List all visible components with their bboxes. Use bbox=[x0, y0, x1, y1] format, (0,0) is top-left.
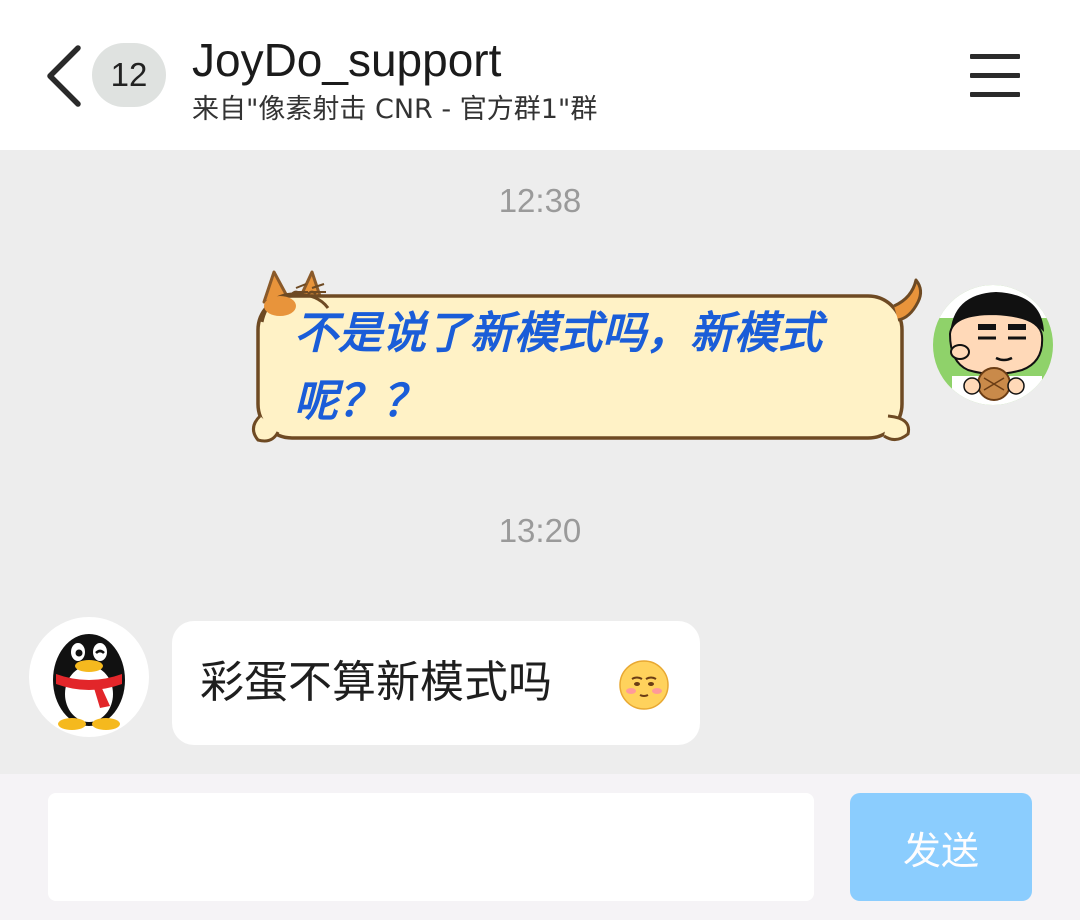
message-input[interactable] bbox=[48, 793, 814, 901]
chat-header: 12 JoyDo_support 来自"像素射击 CNR - 官方群1"群 bbox=[0, 0, 1080, 150]
chat-title: JoyDo_support bbox=[192, 34, 502, 86]
cartoon-boy-avatar-icon bbox=[933, 285, 1053, 405]
sender-avatar[interactable] bbox=[28, 616, 150, 738]
my-avatar[interactable] bbox=[932, 284, 1054, 406]
message-timestamp: 12:38 bbox=[498, 182, 582, 219]
message-bubble-self[interactable]: 不是说了新模式吗，新模式呢？？ bbox=[248, 268, 928, 464]
blushing-face-emoji-icon bbox=[619, 660, 669, 710]
message-text: 彩蛋不算新模式吗 bbox=[200, 657, 552, 708]
back-button[interactable] bbox=[40, 40, 90, 112]
message-timestamp: 13:20 bbox=[498, 512, 582, 549]
message-list[interactable]: 12:38 不是说了新模式吗，新模式呢？？ 13:20 彩蛋不算新模式吗 bbox=[0, 150, 1080, 774]
message-composer: 发送 bbox=[0, 774, 1080, 920]
message-bubble-other[interactable]: 彩蛋不算新模式吗 bbox=[172, 621, 700, 745]
message-text: 不是说了新模式吗，新模式呢？？ bbox=[294, 308, 822, 427]
chat-subtitle: 来自"像素射击 CNR - 官方群1"群 bbox=[192, 94, 598, 125]
penguin-avatar-icon bbox=[29, 617, 149, 737]
menu-button[interactable] bbox=[964, 46, 1028, 104]
send-button[interactable]: 发送 bbox=[850, 793, 1032, 901]
chevron-left-icon bbox=[47, 45, 81, 107]
unread-count-badge[interactable]: 12 bbox=[92, 43, 166, 107]
